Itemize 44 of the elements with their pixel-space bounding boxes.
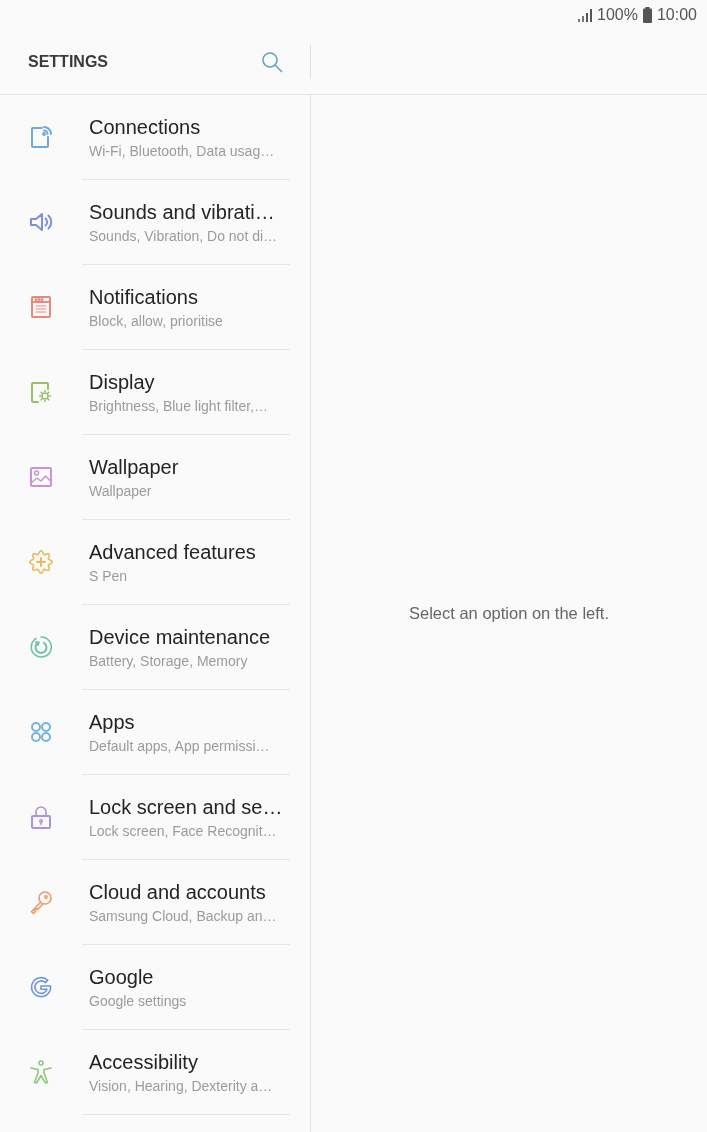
clock-time: 10:00	[656, 6, 697, 24]
item-title: Accessibility	[89, 1050, 198, 1074]
settings-item[interactable]: Lock screen and se… Lock screen, Face Recognit…	[0, 775, 310, 860]
settings-item[interactable]: Notifications Block, allow, prioritise	[0, 265, 310, 350]
item-subtitle: Google settings	[89, 992, 187, 1010]
item-subtitle: Vision, Hearing, Dexterity a…	[89, 1077, 273, 1095]
settings-title: SETTINGS	[28, 53, 108, 71]
item-title: Sounds and vibrati…	[89, 200, 275, 224]
item-subtitle: Lock screen, Face Recognit…	[89, 822, 277, 840]
signal-icon	[578, 8, 593, 22]
item-title: Cloud and accounts	[89, 880, 266, 904]
item-title: Advanced features	[89, 540, 256, 564]
item-title: Device maintenance	[89, 625, 271, 649]
settings-item[interactable]: Apps Default apps, App permissi…	[0, 690, 310, 775]
settings-item[interactable]: Accessibility Vision, Hearing, Dexterity a…	[0, 1030, 310, 1115]
settings-item[interactable]: Advanced features S Pen	[0, 520, 310, 605]
item-subtitle: Wallpaper	[89, 482, 152, 500]
item-title: Apps	[89, 710, 135, 734]
empty-detail-message: Select an option on the left.	[409, 604, 609, 623]
search-button[interactable]	[260, 50, 284, 74]
item-subtitle: Battery, Storage, Memory	[89, 652, 248, 670]
settings-item[interactable]: Display Brightness, Blue light filter,…	[0, 350, 310, 435]
item-subtitle: Samsung Cloud, Backup an…	[89, 907, 277, 925]
item-subtitle: Sounds, Vibration, Do not di…	[89, 227, 278, 245]
item-subtitle: Brightness, Blue light filter,…	[89, 397, 268, 415]
battery-icon	[642, 7, 652, 23]
battery-percentage: 100%	[597, 6, 638, 24]
settings-item[interactable]: Cloud and accounts Samsung Cloud, Backup an…	[0, 860, 310, 945]
search-icon	[261, 51, 283, 73]
item-subtitle: S Pen	[89, 567, 128, 585]
item-title: Wallpaper	[89, 455, 179, 479]
settings-item[interactable]: Connections Wi-Fi, Bluetooth, Data usag…	[0, 95, 310, 180]
item-subtitle: Default apps, App permissi…	[89, 737, 270, 755]
item-title: Notifications	[89, 285, 198, 309]
settings-item[interactable]: Device maintenance Battery, Storage, Memory	[0, 605, 310, 690]
settings-item[interactable]: Google Google settings	[0, 945, 310, 1030]
item-title: Connections	[89, 115, 201, 139]
item-title: Display	[89, 370, 155, 394]
item-title: Lock screen and se…	[89, 795, 283, 819]
item-subtitle: Wi-Fi, Bluetooth, Data usag…	[89, 142, 275, 160]
settings-item[interactable]: Wallpaper Wallpaper	[0, 435, 310, 520]
item-subtitle: Block, allow, prioritise	[89, 312, 223, 330]
item-title: Google	[89, 965, 154, 989]
settings-item[interactable]: Sounds and vibrati… Sounds, Vibration, Do not di…	[0, 180, 310, 265]
